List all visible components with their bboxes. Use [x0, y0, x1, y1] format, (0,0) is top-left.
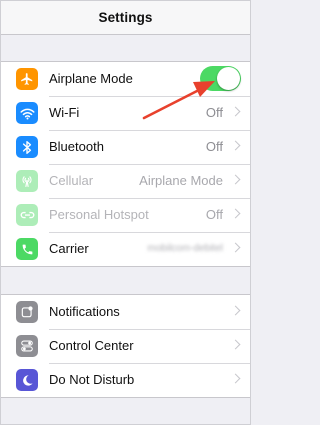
settings-row-carrier[interactable]: Carrier mobilcom-debitel — [1, 232, 250, 266]
cellular-label: Cellular — [49, 173, 94, 188]
personal-hotspot-label: Personal Hotspot — [49, 207, 149, 222]
settings-row-airplane-mode: Airplane Mode — [1, 62, 250, 96]
navigation-bar: Settings — [1, 1, 250, 35]
bluetooth-label: Bluetooth — [49, 139, 104, 154]
chevron-right-icon — [230, 140, 241, 151]
settings-row-cellular[interactable]: Cellular Airplane Mode — [1, 164, 250, 198]
settings-group-connectivity: Airplane Mode Wi-Fi Off Bluetooth Off Ce… — [1, 61, 250, 267]
chevron-right-icon — [230, 242, 241, 253]
chevron-right-icon — [230, 174, 241, 185]
settings-row-do-not-disturb[interactable]: Do Not Disturb — [1, 363, 250, 397]
settings-row-bluetooth[interactable]: Bluetooth Off — [1, 130, 250, 164]
wifi-value: Off — [205, 105, 223, 120]
notifications-icon — [16, 301, 38, 323]
wifi-label: Wi-Fi — [49, 105, 80, 120]
settings-row-personal-hotspot[interactable]: Personal Hotspot Off — [1, 198, 250, 232]
carrier-label: Carrier — [49, 241, 89, 256]
airplane-mode-toggle[interactable] — [200, 66, 241, 91]
settings-row-notifications[interactable]: Notifications — [1, 295, 250, 329]
chevron-right-icon — [230, 106, 241, 117]
chevron-right-icon — [230, 339, 241, 350]
bluetooth-value: Off — [205, 139, 223, 154]
airplane-icon — [16, 68, 38, 90]
chevron-right-icon — [230, 373, 241, 384]
moon-icon — [16, 369, 38, 391]
settings-group-system: Notifications Control Center Do Not Dist… — [1, 294, 250, 398]
chevron-right-icon — [230, 208, 241, 219]
do-not-disturb-label: Do Not Disturb — [49, 372, 135, 387]
wifi-icon — [16, 102, 38, 124]
chevron-right-icon — [230, 305, 241, 316]
carrier-value: mobilcom-debitel — [147, 243, 223, 254]
control-center-icon — [16, 335, 38, 357]
settings-screen: Settings Airplane Mode Wi-Fi Off Bluetoo… — [0, 0, 251, 425]
bluetooth-icon — [16, 136, 38, 158]
phone-icon — [16, 238, 38, 260]
control-center-label: Control Center — [49, 338, 134, 353]
cellular-antenna-icon — [16, 170, 38, 192]
page-title: Settings — [98, 10, 153, 25]
notifications-label: Notifications — [49, 304, 120, 319]
cellular-value: Airplane Mode — [139, 173, 223, 188]
toggle-knob — [217, 67, 240, 90]
hotspot-icon — [16, 204, 38, 226]
settings-row-control-center[interactable]: Control Center — [1, 329, 250, 363]
settings-row-wifi[interactable]: Wi-Fi Off — [1, 96, 250, 130]
airplane-mode-label: Airplane Mode — [49, 71, 133, 86]
personal-hotspot-value: Off — [205, 207, 223, 222]
